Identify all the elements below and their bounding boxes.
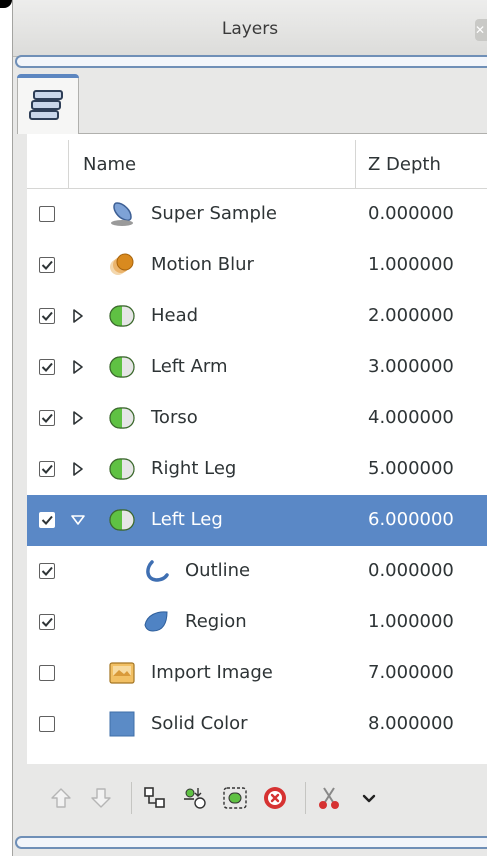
solid-color-icon bbox=[109, 711, 135, 737]
motion-blur-icon bbox=[109, 252, 135, 278]
layer-row[interactable]: Left Leg 6.000000 bbox=[27, 495, 487, 546]
outline-layer-icon bbox=[143, 558, 169, 584]
group-layer-icon bbox=[109, 354, 135, 380]
close-panel-icon[interactable]: ✕ bbox=[475, 19, 487, 41]
layer-visibility-checkbox[interactable] bbox=[39, 461, 55, 477]
layer-name: Region bbox=[185, 611, 247, 632]
layer-row[interactable]: Motion Blur 1.000000 bbox=[27, 240, 487, 291]
layer-zdepth: 3.000000 bbox=[368, 356, 454, 377]
layer-visibility-checkbox[interactable] bbox=[39, 665, 55, 681]
layer-visibility-checkbox[interactable] bbox=[39, 716, 55, 732]
layer-zdepth: 0.000000 bbox=[368, 560, 454, 581]
expand-triangle-right-icon[interactable] bbox=[71, 460, 85, 478]
layer-row[interactable]: Solid Color 8.000000 bbox=[27, 699, 487, 750]
layers-tree: Name Z Depth Super Sample 0.000000 Motion … bbox=[27, 134, 487, 764]
encapsulate-layer-icon[interactable] bbox=[181, 784, 209, 812]
group-layer-icon bbox=[109, 303, 135, 329]
layer-zdepth: 1.000000 bbox=[368, 254, 454, 275]
layers-panel: Layers ✕ Name Z Depth Super Sample 0.0000… bbox=[12, 0, 487, 856]
layer-row[interactable]: Region 1.000000 bbox=[27, 597, 487, 648]
layer-row[interactable]: Super Sample 0.000000 bbox=[27, 189, 487, 240]
expand-triangle-right-icon[interactable] bbox=[71, 307, 85, 325]
layer-visibility-checkbox[interactable] bbox=[39, 257, 55, 273]
layer-row[interactable]: Left Arm 3.000000 bbox=[27, 342, 487, 393]
more-chevron-down-icon[interactable] bbox=[355, 784, 383, 812]
lower-layer-icon bbox=[87, 784, 115, 812]
layer-visibility-checkbox[interactable] bbox=[39, 308, 55, 324]
select-layer-icon[interactable] bbox=[221, 784, 249, 812]
layer-visibility-checkbox[interactable] bbox=[39, 512, 55, 528]
region-layer-icon bbox=[143, 609, 169, 635]
group-layer-icon bbox=[109, 405, 135, 431]
dock-drop-slot-bottom[interactable] bbox=[15, 836, 487, 849]
layer-visibility-checkbox[interactable] bbox=[39, 410, 55, 426]
column-header-name[interactable]: Name bbox=[83, 134, 136, 188]
group-layer-icon bbox=[109, 507, 135, 533]
layer-zdepth: 8.000000 bbox=[368, 713, 454, 734]
layer-visibility-checkbox[interactable] bbox=[39, 563, 55, 579]
layer-name: Left Arm bbox=[151, 356, 228, 377]
panel-tabstrip bbox=[13, 72, 487, 134]
layer-row[interactable]: Head 2.000000 bbox=[27, 291, 487, 342]
header-separator bbox=[355, 140, 356, 188]
expand-triangle-right-icon[interactable] bbox=[71, 409, 85, 427]
cut-layer-icon[interactable] bbox=[315, 784, 343, 812]
panel-titlebar[interactable]: Layers ✕ bbox=[13, 0, 487, 57]
delete-layer-icon[interactable] bbox=[261, 784, 289, 812]
layer-zdepth: 4.000000 bbox=[368, 407, 454, 428]
layer-zdepth: 0.000000 bbox=[368, 203, 454, 224]
layer-visibility-checkbox[interactable] bbox=[39, 206, 55, 222]
layers-stack-icon bbox=[29, 90, 63, 120]
layer-zdepth: 1.000000 bbox=[368, 611, 454, 632]
layer-visibility-checkbox[interactable] bbox=[39, 614, 55, 630]
import-image-icon bbox=[109, 660, 135, 686]
tree-header: Name Z Depth bbox=[27, 134, 487, 189]
layer-zdepth: 5.000000 bbox=[368, 458, 454, 479]
layer-name: Right Leg bbox=[151, 458, 237, 479]
layer-name: Outline bbox=[185, 560, 251, 581]
layer-zdepth: 6.000000 bbox=[368, 509, 454, 530]
layer-row[interactable]: Right Leg 5.000000 bbox=[27, 444, 487, 495]
tab-active-indicator bbox=[17, 74, 79, 78]
duplicate-layer-icon[interactable] bbox=[141, 784, 169, 812]
layer-zdepth: 7.000000 bbox=[368, 662, 454, 683]
layer-row[interactable]: Torso 4.000000 bbox=[27, 393, 487, 444]
super-sample-icon bbox=[109, 201, 135, 227]
group-layer-icon bbox=[109, 456, 135, 482]
column-header-zdepth[interactable]: Z Depth bbox=[368, 134, 441, 188]
layer-name: Torso bbox=[151, 407, 198, 428]
tab-layers[interactable] bbox=[17, 74, 79, 134]
layers-toolbar bbox=[27, 766, 487, 832]
layer-name: Import Image bbox=[151, 662, 273, 683]
toolbar-separator bbox=[305, 782, 306, 814]
layer-row[interactable]: Import Image 7.000000 bbox=[27, 648, 487, 699]
layer-row[interactable]: Outline 0.000000 bbox=[27, 546, 487, 597]
layer-name: Motion Blur bbox=[151, 254, 254, 275]
layer-visibility-checkbox[interactable] bbox=[39, 359, 55, 375]
layer-rows: Super Sample 0.000000 Motion Blur 1.000000 H… bbox=[27, 189, 487, 750]
expand-triangle-down-icon[interactable] bbox=[71, 511, 85, 529]
expand-triangle-right-icon[interactable] bbox=[71, 358, 85, 376]
layer-zdepth: 2.000000 bbox=[368, 305, 454, 326]
toolbar-separator bbox=[131, 782, 132, 814]
layer-name: Solid Color bbox=[151, 713, 248, 734]
raise-layer-icon bbox=[47, 784, 75, 812]
layer-name: Left Leg bbox=[151, 509, 223, 530]
layer-name: Head bbox=[151, 305, 199, 326]
header-separator bbox=[68, 140, 69, 188]
panel-title: Layers bbox=[221, 19, 279, 39]
window-corner bbox=[0, 0, 12, 8]
dock-drop-slot-top[interactable] bbox=[15, 55, 487, 68]
layer-name: Super Sample bbox=[151, 203, 277, 224]
